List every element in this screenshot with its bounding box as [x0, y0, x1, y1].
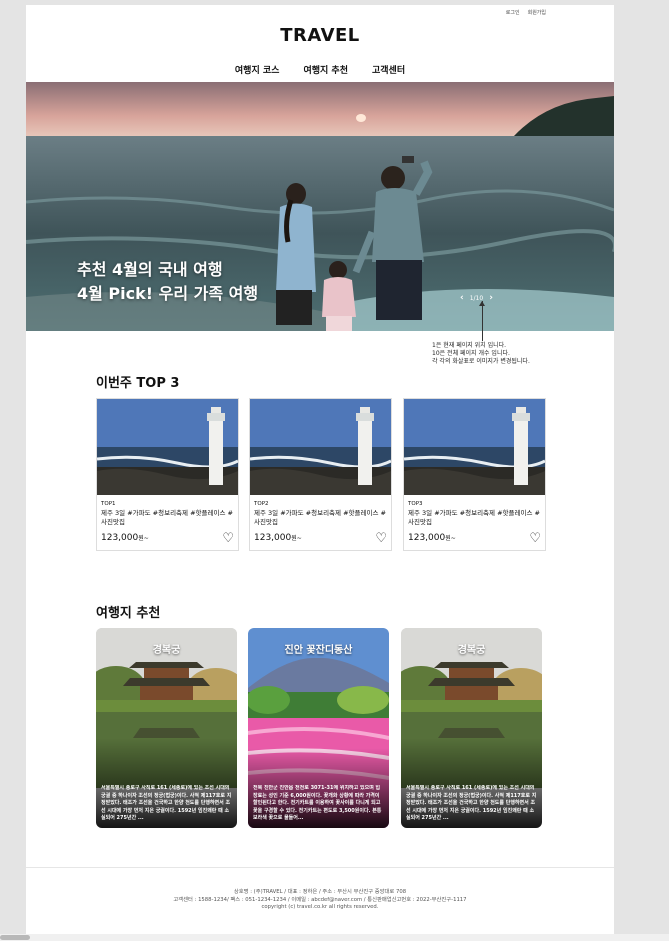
top3-title: 이번주 TOP 3 [96, 376, 180, 391]
recommend-card[interactable]: 경복궁 서울특별시 종로구 사직로 161 (세종로)에 있는 조선 시대의 궁… [96, 628, 237, 828]
annotation-line2: 10은 전체 페이지 개수 입니다. [432, 350, 510, 357]
top-card[interactable]: TOP2 제주 3일 #가파도 #청보리축제 #핫플레이스 #사진맛집 123,… [249, 398, 392, 551]
price-unit: 원~ [138, 535, 149, 542]
hero-title-line1: 추천 4월의 국내 여행 [77, 260, 223, 279]
card-tags: 제주 3일 #가파도 #청보리축제 #핫플레이스 #사진맛집 [254, 509, 386, 526]
card-rank: TOP3 [408, 501, 423, 507]
price-unit: 원~ [291, 535, 302, 542]
hero-title-line2: 4월 Pick! 우리 가족 여행 [77, 284, 259, 303]
footer: 상호명 : (주)TRAVEL / 대표 : 정하은 / 주소 : 부산시 부산… [26, 889, 614, 912]
signup-link[interactable]: 회원가입 [528, 9, 546, 16]
scrollbar-thumb[interactable] [0, 935, 30, 940]
card-tags: 제주 3일 #가파도 #청보리축제 #핫플레이스 #사진맛집 [101, 509, 233, 526]
recommend-card[interactable]: 경복궁 서울특별시 종로구 사직로 161 (세종로)에 있는 조선 시대의 궁… [401, 628, 542, 828]
recommend-name: 진안 꽃잔디동산 [284, 645, 353, 656]
hero-title: 추천 4월의 국내 여행 4월 Pick! 우리 가족 여행 [77, 258, 258, 306]
nav-item-course[interactable]: 여행지 코스 [235, 63, 280, 76]
card-rank: TOP2 [254, 501, 269, 507]
footer-divider [26, 867, 614, 868]
recommend-desc: 서울특별시 종로구 사직로 161 (세종로)에 있는 조선 시대의 궁궐 중 … [406, 785, 537, 821]
footer-contact-info: 고객센터 : 1588-1234/ 팩스 : 051-1234-1234 / 이… [173, 896, 467, 903]
lighthouse-image [97, 399, 238, 495]
slider-controls: ‹ 1/10 › [460, 293, 493, 303]
recommend-title: 여행지 추천 [96, 606, 161, 621]
chevron-left-icon[interactable]: ‹ [460, 293, 464, 303]
site-logo[interactable]: TRAVEL [26, 25, 614, 46]
page: 로그인 회원가입 TRAVEL 여행지 코스 여행지 추천 고객센터 추천 4월… [26, 5, 614, 935]
footer-copyright: copyright (c) travel.co.kr all rights re… [261, 904, 379, 910]
lighthouse-image [250, 399, 391, 495]
annotation-line1: 1은 현재 페이지 위치 입니다. [432, 342, 507, 349]
footer-company-info: 상호명 : (주)TRAVEL / 대표 : 정하은 / 주소 : 부산시 부산… [233, 889, 407, 895]
card-tags: 제주 3일 #가파도 #청보리축제 #핫플레이스 #사진맛집 [408, 509, 540, 526]
card-rank: TOP1 [101, 501, 116, 507]
annotation-note: 1은 현재 페이지 위치 입니다. 10은 전체 페이지 개수 입니다. 각 각… [432, 342, 530, 366]
recommend-name: 경복궁 [457, 645, 486, 656]
heart-icon[interactable]: ♡ [222, 531, 234, 546]
recommend-name: 경복궁 [152, 645, 181, 656]
price-value: 123,000 [254, 533, 292, 543]
card-price: 123,000원~ [101, 533, 149, 543]
lighthouse-image [404, 399, 545, 495]
recommend-desc: 서울특별시 종로구 사직로 161 (세종로)에 있는 조선 시대의 궁궐 중 … [101, 785, 232, 821]
nav-item-support[interactable]: 고객센터 [372, 63, 405, 76]
login-link[interactable]: 로그인 [506, 9, 520, 16]
top-card[interactable]: TOP1 제주 3일 #가파도 #청보리축제 #핫플레이스 #사진맛집 123,… [96, 398, 239, 551]
nav-item-recommend[interactable]: 여행지 추천 [303, 63, 348, 76]
annotation-line3: 각 각의 화살표로 이미지가 변경됩니다. [432, 358, 530, 365]
annotation-line [482, 301, 483, 341]
chevron-right-icon[interactable]: › [489, 293, 493, 303]
hero-banner: 추천 4월의 국내 여행 4월 Pick! 우리 가족 여행 ‹ 1/10 › [26, 82, 614, 331]
card-price: 123,000원~ [254, 533, 302, 543]
card-price: 123,000원~ [408, 533, 456, 543]
horizontal-scrollbar[interactable] [0, 934, 669, 941]
heart-icon[interactable]: ♡ [375, 531, 387, 546]
utility-nav: 로그인 회원가입 [506, 9, 546, 16]
price-value: 123,000 [408, 533, 446, 543]
price-unit: 원~ [445, 535, 456, 542]
main-nav: 여행지 코스 여행지 추천 고객센터 [26, 63, 614, 76]
recommend-card[interactable]: 진안 꽃잔디동산 전북 진안군 진안읍 천천로 3071-31에 위치하고 있으… [248, 628, 389, 828]
recommend-desc: 전북 진안군 진안읍 천천로 3071-31에 위치하고 있으며 입장료는 성인… [253, 785, 382, 821]
heart-icon[interactable]: ♡ [529, 531, 541, 546]
price-value: 123,000 [101, 533, 139, 543]
top-card[interactable]: TOP3 제주 3일 #가파도 #청보리축제 #핫플레이스 #사진맛집 123,… [403, 398, 546, 551]
